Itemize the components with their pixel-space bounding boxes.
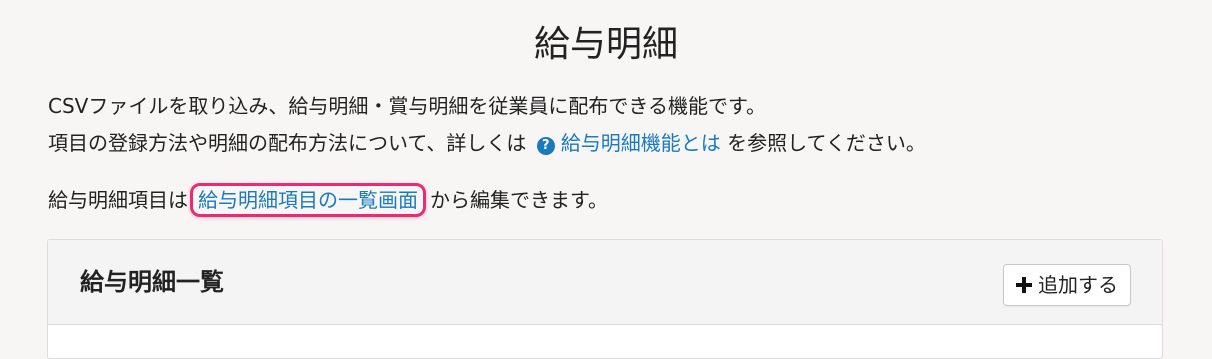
add-button[interactable]: 追加する (1003, 264, 1131, 306)
panel-header: 給与明細一覧 追加する (48, 240, 1162, 325)
description-line-2: 項目の登録方法や明細の配布方法について、詳しくは ? 給与明細機能とは を参照して… (48, 127, 926, 159)
plus-icon (1016, 277, 1032, 293)
items-note-after: から編集できます。 (430, 188, 608, 212)
help-link-label: 給与明細機能とは (560, 131, 721, 155)
description-text-before: 項目の登録方法や明細の配布方法について、詳しくは (48, 131, 527, 155)
panel-title: 給与明細一覧 (80, 268, 224, 296)
question-circle-icon: ? (536, 137, 555, 155)
items-note-before: 給与明細項目は (48, 188, 188, 212)
description-line-1: CSVファイルを取り込み、給与明細・賞与明細を従業員に配布できる機能です。 (48, 94, 766, 118)
description-text-after: を参照してください。 (727, 131, 926, 155)
add-button-label: 追加する (1038, 273, 1118, 297)
payslip-list-panel: 給与明細一覧 追加する (47, 239, 1163, 359)
help-link[interactable]: ? 給与明細機能とは (533, 131, 721, 155)
items-note: 給与明細項目は 給与明細項目の一覧画面 から編集できます。 (48, 183, 608, 217)
page-title: 給与明細 (533, 24, 678, 65)
payslip-items-list-link[interactable]: 給与明細項目の一覧画面 (190, 183, 426, 217)
